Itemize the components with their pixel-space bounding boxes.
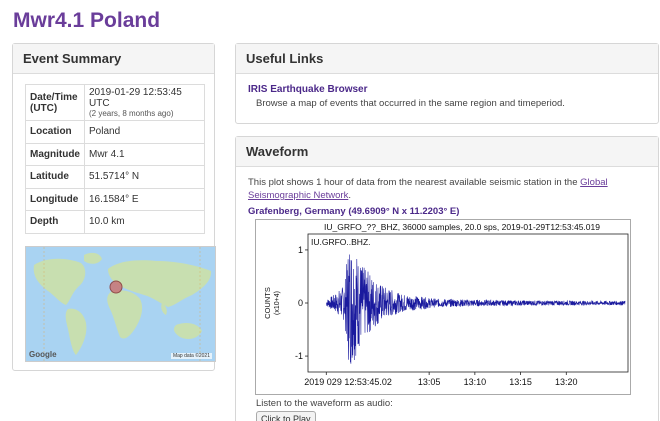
event-summary-heading: Event Summary <box>13 44 214 74</box>
datetime-ago: (2 years, 8 months ago) <box>89 109 174 118</box>
play-audio-button[interactable]: Click to Play <box>256 411 316 421</box>
event-map[interactable]: Google Map data ©2021 <box>25 246 216 362</box>
iris-browser-description: Browse a map of events that occurred in … <box>256 98 565 109</box>
depth-value: 10.0 km <box>84 210 205 234</box>
location-label: Location <box>25 120 85 144</box>
y-tick-label: 1 <box>298 245 303 255</box>
datetime-text: 2019-01-29 12:53:45 UTC <box>89 87 182 109</box>
page-title: Mwr4.1 Poland <box>13 9 161 32</box>
plot-title: IU_GRFO_??_BHZ, 36000 samples, 20.0 sps,… <box>324 222 600 232</box>
table-row: Magnitude Mwr 4.1 <box>25 142 205 166</box>
longitude-label: Longitude <box>25 187 85 211</box>
table-row: Date/Time (UTC) 2019-01-29 12:53:45 UTC … <box>25 84 205 121</box>
location-value: Poland <box>84 120 205 144</box>
iris-browser-link[interactable]: IRIS Earthquake Browser <box>248 84 367 95</box>
datetime-value: 2019-01-29 12:53:45 UTC (2 years, 8 mont… <box>84 84 205 121</box>
table-row: Latitude 51.5714° N <box>25 165 205 189</box>
waveform-intro: This plot shows 1 hour of data from the … <box>248 176 648 202</box>
google-logo: Google <box>29 350 57 359</box>
useful-links-panel: Useful Links IRIS Earthquake Browser Bro… <box>235 43 659 124</box>
station-name: Grafenberg, Germany <box>248 206 346 217</box>
x-tick-label: 13:20 <box>555 377 578 387</box>
waveform-heading: Waveform <box>236 137 658 167</box>
table-row: Depth 10.0 km <box>25 210 205 234</box>
useful-links-heading: Useful Links <box>236 44 658 74</box>
x-tick-label: 2019 029 12:53:45.02 <box>304 377 392 387</box>
y-tick-label: -1 <box>295 351 303 361</box>
station-coords: (49.6909° N x 11.2203° E) <box>348 206 460 217</box>
world-map-graphic <box>26 247 215 361</box>
station-info: Grafenberg, Germany (49.6909° N x 11.220… <box>248 206 459 217</box>
magnitude-label: Magnitude <box>25 142 85 166</box>
table-row: Longitude 16.1584° E <box>25 187 205 211</box>
waveform-intro-end: . <box>348 190 351 201</box>
magnitude-value: Mwr 4.1 <box>84 142 205 166</box>
latitude-label: Latitude <box>25 165 85 189</box>
x-tick-label: 13:15 <box>509 377 532 387</box>
waveform-panel: Waveform This plot shows 1 hour of data … <box>235 136 659 421</box>
latitude-value: 51.5714° N <box>84 165 205 189</box>
waveform-trace <box>326 254 626 364</box>
x-tick-label: 13:10 <box>464 377 487 387</box>
longitude-value: 16.1584° E <box>84 187 205 211</box>
seismogram-plot: IU_GRFO_??_BHZ, 36000 samples, 20.0 sps,… <box>255 219 631 395</box>
depth-label: Depth <box>25 210 85 234</box>
y-axis-label: COUNTS <box>263 287 272 319</box>
y-axis-unit: (x10+4) <box>274 291 281 315</box>
x-tick-label: 13:05 <box>418 377 441 387</box>
trace-label: IU.GRFO..BHZ. <box>311 237 371 247</box>
event-marker[interactable] <box>109 280 123 294</box>
waveform-intro-text: This plot shows 1 hour of data from the … <box>248 177 581 188</box>
y-tick-label: 0 <box>298 298 303 308</box>
seismogram-svg: IU_GRFO_??_BHZ, 36000 samples, 20.0 sps,… <box>263 222 629 387</box>
event-summary-panel: Event Summary Date/Time (UTC) 2019-01-29… <box>12 43 216 371</box>
datetime-label: Date/Time (UTC) <box>25 84 85 121</box>
listen-text: Listen to the waveform as audio: <box>256 398 393 409</box>
table-row: Location Poland <box>25 120 205 144</box>
map-attribution[interactable]: Map data ©2021 <box>170 353 212 359</box>
event-summary-table: Date/Time (UTC) 2019-01-29 12:53:45 UTC … <box>25 84 205 234</box>
